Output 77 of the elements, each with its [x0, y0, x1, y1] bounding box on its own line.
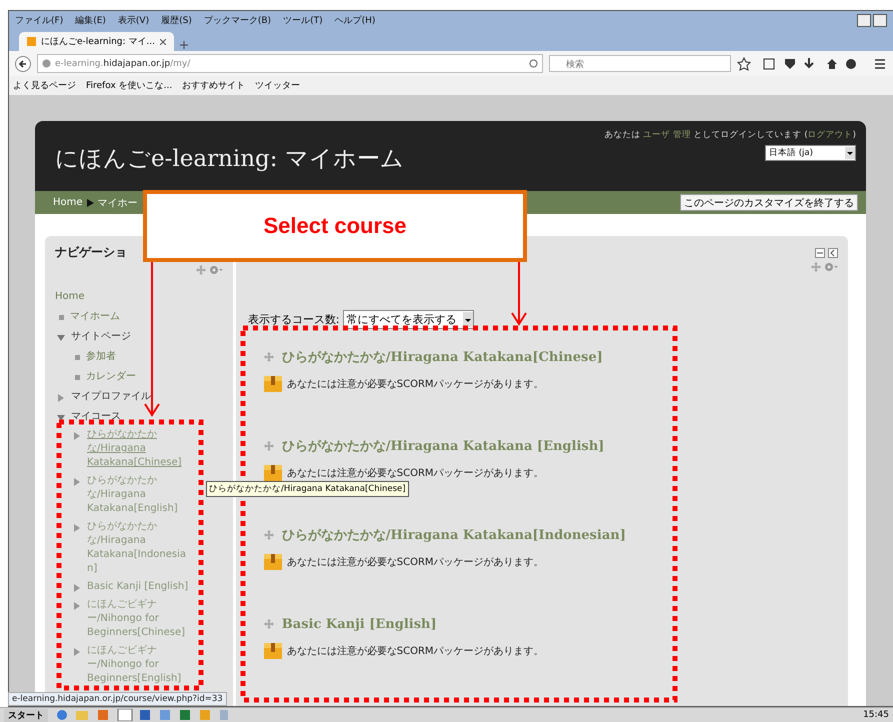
collapsed-arrow-icon[interactable]	[57, 394, 65, 402]
expanded-arrow-icon[interactable]	[57, 414, 65, 422]
package-icon	[264, 643, 282, 659]
course-notice: あなたには注意が必要なSCORMパッケージがあります。	[286, 644, 544, 658]
nav-link[interactable]: マイプロファイル	[71, 390, 151, 404]
search-field[interactable]: 検索	[549, 55, 731, 72]
language-select[interactable]: 日本語 (ja)	[765, 145, 856, 161]
nav-link[interactable]: カレンダー	[86, 370, 136, 384]
package-icon	[264, 554, 282, 570]
move-icon[interactable]	[264, 619, 274, 629]
move-icon[interactable]	[811, 262, 821, 272]
site-title: にほんごe-learning: マイホーム	[55, 145, 404, 174]
status-url: e-learning.hidajapan.or.jp/course/view.php?id=33	[8, 692, 227, 706]
nav-link[interactable]: サイトページ	[71, 330, 131, 344]
bullet-icon	[75, 375, 80, 380]
menu-item[interactable]: 編集(E)	[75, 14, 106, 26]
address-field[interactable]: e-learning.hidajapan.or.jp/my/	[37, 54, 543, 73]
bullet-icon	[59, 315, 64, 320]
logout-link[interactable]: ログアウト	[808, 130, 853, 140]
menu-item[interactable]: 履歴(S)	[161, 14, 192, 26]
courses-count-select[interactable]: 常にすべてを表示する	[342, 310, 474, 329]
breadcrumb-link[interactable]: マイホー	[98, 196, 138, 210]
minimize-button[interactable]	[857, 14, 871, 26]
breadcrumb-link[interactable]: Home	[53, 197, 83, 208]
bookmark-link[interactable]: よく見るページ	[13, 79, 76, 92]
block-title: ナビゲーショ	[55, 244, 128, 261]
menu-item[interactable]: ファイル(F)	[15, 14, 64, 26]
move-icon[interactable]	[264, 530, 274, 540]
clock: 15:45	[863, 710, 889, 720]
bullet-icon	[75, 355, 80, 360]
bookmark-link[interactable]: おすすめサイト	[182, 79, 246, 92]
move-icon[interactable]	[264, 441, 274, 451]
courses-count-label: 表示するコース数:	[248, 312, 340, 327]
nav-link[interactable]: マイホーム	[70, 310, 120, 324]
nav-link[interactable]: 参加者	[86, 350, 116, 364]
site-icon	[27, 37, 36, 46]
arrow	[511, 262, 527, 326]
course-notice: あなたには注意が必要なSCORMパッケージがあります。	[286, 556, 544, 569]
bookmark-link[interactable]: ツイッター	[255, 79, 300, 92]
globe-icon	[42, 59, 51, 68]
user-link[interactable]: ユーザ 管理	[643, 130, 691, 140]
restore-button[interactable]	[873, 14, 887, 26]
close-icon[interactable]	[160, 38, 166, 44]
menu-item[interactable]: ブックマーク(B)	[204, 14, 272, 26]
nav-link[interactable]: マイコース	[71, 410, 121, 424]
collapsed-arrow-icon[interactable]	[73, 478, 81, 486]
bookmark-link[interactable]: Firefox を使いこな...	[86, 79, 172, 92]
menu-item[interactable]: ヘルプ(H)	[334, 14, 376, 26]
separator-icon	[86, 198, 94, 206]
toolbar-icons-drawing[interactable]	[737, 56, 887, 70]
move-icon[interactable]	[196, 265, 206, 275]
settings-icon[interactable]	[208, 265, 223, 275]
collapsed-arrow-icon[interactable]	[73, 648, 81, 656]
nav-link[interactable]: Home	[55, 290, 85, 304]
course-notice: あなたには注意が必要なSCORMパッケージがあります。	[286, 378, 544, 391]
move-icon[interactable]	[264, 352, 274, 362]
collapsed-arrow-icon[interactable]	[73, 432, 81, 440]
browser-tab[interactable]: にほんごe-learning: マイ...	[19, 32, 174, 51]
login-info: あなたは ユーザ 管理 としてログインしています (ログアウト)	[604, 129, 856, 141]
course-notice: あなたには注意が必要なSCORMパッケージがあります。	[286, 466, 544, 480]
start-button[interactable]: スタート	[4, 708, 48, 722]
package-icon	[264, 465, 282, 481]
expanded-arrow-icon[interactable]	[57, 334, 65, 342]
new-tab-button[interactable]	[180, 39, 190, 51]
collapsed-arrow-icon[interactable]	[73, 584, 81, 592]
menu-item[interactable]: ツール(T)	[283, 14, 323, 26]
package-icon	[264, 376, 282, 392]
collapsed-arrow-icon[interactable]	[73, 602, 81, 610]
callout-box: Select course	[143, 190, 527, 262]
tooltip: ひらがなかたかな/Hiragana Katakana[Chinese]	[206, 481, 409, 497]
dock-icon[interactable]	[828, 248, 838, 258]
customize-button[interactable]: このページのカスタマイズを終了する	[680, 194, 858, 211]
collapsed-arrow-icon[interactable]	[73, 524, 81, 532]
collapse-icon[interactable]	[815, 248, 825, 258]
reload-icon[interactable]	[529, 59, 538, 68]
back-icon[interactable]	[15, 56, 31, 72]
menu-item[interactable]: 表示(V)	[118, 14, 150, 26]
